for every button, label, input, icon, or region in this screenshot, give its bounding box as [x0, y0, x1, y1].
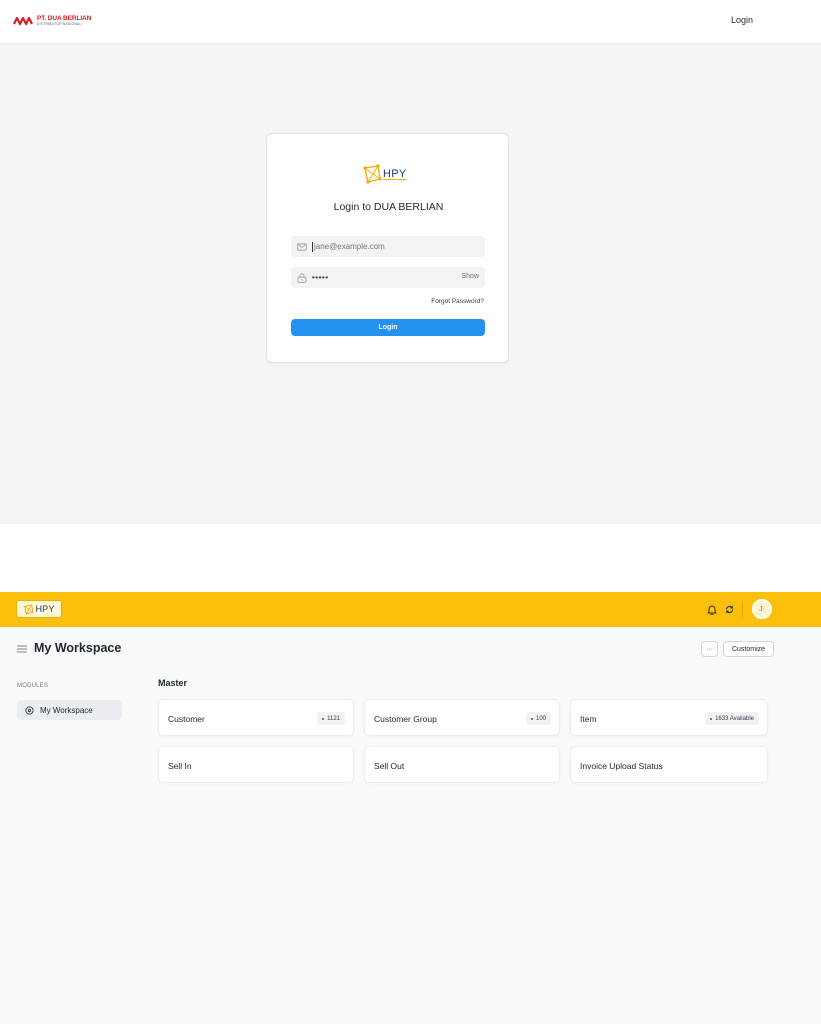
tile-label: Customer — [168, 714, 205, 724]
sidebar-item-label: My Workspace — [40, 705, 93, 715]
badge-text: 100 — [535, 715, 546, 722]
navbar-divider — [742, 601, 743, 617]
hpy-logo: HPY — [362, 164, 407, 184]
badge-dot — [322, 717, 325, 720]
workspace-navbar: HPY J· — [0, 592, 821, 627]
login-title: Login to DUA BERLIAN — [333, 201, 444, 213]
tile-sell-out[interactable]: Sell Out — [364, 746, 560, 783]
login-navbar: PT. DUA BERLIAN DISTRIBUTOR NASIONAL Log… — [0, 0, 821, 44]
tile-customer-group[interactable]: Customer Group 100 — [364, 699, 560, 736]
tile-invoice-upload-status[interactable]: Invoice Upload Status — [570, 746, 768, 783]
login-card: HPY Login to DUA BERLIAN ••••• Show Forg… — [266, 133, 509, 363]
hpy-logo-icon — [363, 164, 382, 184]
tile-label: Customer Group — [374, 714, 437, 724]
badge-text: 1633 Available — [715, 715, 754, 722]
workspace-screen: HPY J· My Workspace ··· Customize MODULE… — [0, 592, 821, 1024]
more-options-button[interactable]: ··· — [701, 641, 718, 657]
brand-text: PT. DUA BERLIAN DISTRIBUTOR NASIONAL — [37, 15, 91, 27]
app-logo[interactable]: HPY — [16, 600, 62, 618]
page-header: My Workspace ··· Customize — [0, 627, 821, 671]
hpy-logo-icon — [24, 604, 34, 614]
login-button[interactable]: Login — [291, 319, 485, 336]
workspace-icon — [25, 706, 34, 714]
brand-logo[interactable]: PT. DUA BERLIAN DISTRIBUTOR NASIONAL — [13, 13, 91, 29]
tile-item[interactable]: Item 1633 Available — [570, 699, 768, 736]
hpy-logo-text: HPY — [383, 168, 407, 180]
bell-icon[interactable] — [707, 604, 717, 615]
mail-icon — [297, 242, 307, 251]
menu-icon[interactable] — [17, 645, 27, 653]
tile-count-badge: 1633 Available — [705, 712, 759, 725]
brand-subtitle: DISTRIBUTOR NASIONAL — [37, 22, 82, 27]
email-input[interactable] — [314, 237, 454, 256]
tile-label: Sell Out — [374, 761, 405, 771]
tile-label: Item — [580, 714, 597, 724]
tile-sell-in[interactable]: Sell In — [158, 746, 354, 783]
sidebar-heading: MODULES — [17, 683, 49, 689]
badge-dot — [530, 717, 533, 720]
lock-icon — [297, 272, 307, 283]
tile-label: Sell In — [168, 761, 192, 771]
page-title: My Workspace — [34, 641, 122, 655]
email-field[interactable] — [291, 236, 485, 257]
login-screen: PT. DUA BERLIAN DISTRIBUTOR NASIONAL Log… — [0, 0, 821, 524]
customize-button[interactable]: Customize — [723, 641, 774, 657]
forgot-password-link[interactable]: Forgot Password? — [431, 298, 484, 305]
show-password-toggle[interactable]: Show — [461, 273, 479, 280]
tile-customer[interactable]: Customer 1121 — [158, 699, 354, 736]
sidebar-item-my-workspace[interactable]: My Workspace — [17, 700, 122, 720]
app-logo-text: HPY — [35, 604, 55, 614]
badge-dot — [710, 717, 713, 720]
password-field[interactable]: ••••• Show — [291, 267, 485, 288]
section-title: Master — [158, 678, 188, 688]
password-input[interactable]: ••••• — [312, 273, 329, 282]
tile-count-badge: 1121 — [317, 712, 345, 725]
brand-logo-icon — [13, 16, 33, 26]
tile-label: Invoice Upload Status — [580, 761, 663, 771]
sync-icon[interactable] — [725, 605, 734, 614]
badge-text: 1121 — [327, 715, 340, 722]
tile-count-badge: 100 — [525, 712, 551, 725]
text-cursor — [312, 241, 313, 252]
avatar[interactable]: J· — [752, 599, 772, 619]
nav-login-link[interactable]: Login — [731, 15, 753, 25]
